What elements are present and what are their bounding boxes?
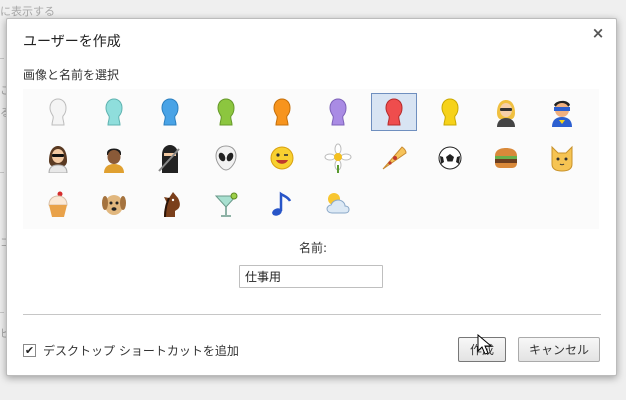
cat-head: [551, 145, 573, 172]
bun-top: [495, 148, 517, 156]
nose: [111, 207, 117, 211]
right-eye: [564, 157, 568, 161]
glasses: [500, 108, 512, 111]
avatar-section-label: 画像と名前を選択: [23, 68, 120, 82]
burger-avatar[interactable]: [483, 139, 529, 177]
dialog-title: ユーザーを作成: [23, 34, 121, 50]
note-stem: [279, 191, 292, 211]
music-note-avatar[interactable]: [259, 185, 305, 223]
stem: [221, 207, 231, 217]
shirt: [48, 164, 68, 173]
background-text-1: に表示する: [0, 5, 55, 18]
horse-avatar[interactable]: [147, 185, 193, 223]
desktop-shortcut-checkbox[interactable]: ✔: [23, 344, 36, 357]
close-icon[interactable]: ×: [589, 24, 607, 42]
sun-cloud-avatar[interactable]: [315, 185, 361, 223]
businesswoman-avatar[interactable]: [483, 93, 529, 131]
blue-user-avatar[interactable]: [147, 93, 193, 131]
suit: [497, 118, 515, 127]
cup: [49, 205, 67, 217]
name-label: 名前:: [299, 241, 328, 255]
superhero-avatar[interactable]: [539, 93, 585, 131]
alien-avatar[interactable]: [203, 139, 249, 177]
desktop-shortcut-label: デスクトップ ショートカットを追加: [43, 344, 239, 358]
orange-user-avatar[interactable]: [259, 93, 305, 131]
eye: [171, 198, 175, 202]
pepperoni: [393, 156, 397, 160]
smiley-face: [270, 146, 294, 170]
left-eye: [276, 153, 280, 157]
desktop-shortcut-option[interactable]: ✔ デスクトップ ショートカットを追加: [23, 342, 239, 359]
flower-avatar[interactable]: [315, 139, 361, 177]
avatar-silhouette: [385, 98, 403, 126]
avatar-silhouette: [273, 98, 291, 126]
sunglasses: [52, 154, 64, 157]
lime: [230, 192, 238, 200]
bun-bottom: [495, 163, 517, 168]
cupcake-avatar[interactable]: [35, 185, 81, 223]
name-input[interactable]: [239, 265, 383, 288]
background-divider: [0, 172, 4, 173]
right-ear: [120, 196, 126, 210]
avatar-silhouette: [161, 98, 179, 126]
flower-center: [334, 153, 342, 161]
left-ear: [102, 196, 108, 210]
mouse-cursor-icon: [477, 334, 493, 355]
cat-avatar[interactable]: [539, 139, 585, 177]
alien-head: [215, 145, 237, 171]
avatar-silhouette: [105, 98, 123, 126]
right-eye: [115, 201, 119, 205]
shirt: [104, 164, 124, 173]
white-user-avatar[interactable]: [35, 93, 81, 131]
lettuce: [495, 156, 517, 159]
checkmark-icon: ✔: [24, 344, 35, 357]
ninja-avatar[interactable]: [147, 139, 193, 177]
face: [107, 150, 121, 164]
frosting: [48, 195, 68, 206]
avatar-silhouette: [441, 98, 459, 126]
woman-sunglasses-avatar[interactable]: [35, 139, 81, 177]
avatar-silhouette: [217, 98, 235, 126]
avatar-grid: [23, 89, 599, 229]
cancel-button[interactable]: キャンセル: [518, 337, 600, 362]
mask: [554, 107, 570, 111]
left-eye: [556, 157, 560, 161]
avatar-silhouette: [49, 98, 67, 126]
soccer-ball-avatar[interactable]: [427, 139, 473, 177]
cyan-user-avatar[interactable]: [91, 93, 137, 131]
red-user-avatar[interactable]: [371, 93, 417, 131]
dialog-divider: [23, 314, 601, 315]
patty: [495, 159, 517, 163]
background-divider: [0, 58, 4, 59]
purple-user-avatar[interactable]: [315, 93, 361, 131]
avatar-silhouette: [329, 98, 347, 126]
yellow-user-avatar[interactable]: [427, 93, 473, 131]
smiley-avatar[interactable]: [259, 139, 305, 177]
man-avatar[interactable]: [91, 139, 137, 177]
background-divider: [0, 312, 4, 313]
dog-avatar[interactable]: [91, 185, 137, 223]
pepperoni: [388, 161, 392, 165]
left-eye: [109, 201, 113, 205]
cocktail-avatar[interactable]: [203, 185, 249, 223]
pizza-avatar[interactable]: [371, 139, 417, 177]
create-user-dialog: ユーザーを作成 × 画像と名前を選択 名前: 仕事用 ✔ デスクトップ ショート…: [6, 18, 617, 376]
green-user-avatar[interactable]: [203, 93, 249, 131]
